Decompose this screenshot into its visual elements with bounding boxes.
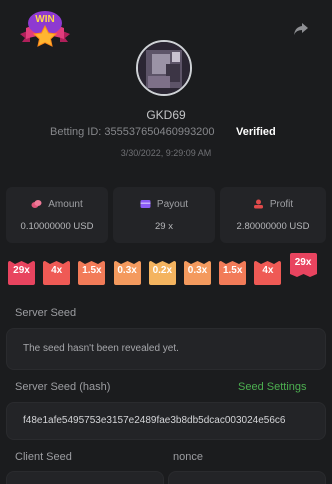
server-seed-label: Server Seed bbox=[15, 307, 77, 319]
betting-id: Betting ID: 355537650460993200 bbox=[50, 126, 215, 138]
nonce-field[interactable] bbox=[168, 471, 326, 484]
server-seed-field: The seed hasn't been revealed yet. bbox=[6, 328, 326, 370]
multiplier-label: 4x bbox=[262, 265, 274, 276]
amount-card: Amount 0.10000000 USD bbox=[6, 187, 108, 243]
verified-badge: Verified bbox=[236, 126, 276, 138]
coins-icon bbox=[31, 200, 42, 208]
multiplier-slot: 29x bbox=[8, 261, 35, 285]
multiplier-slot: 4x bbox=[43, 261, 71, 285]
payout-label: Payout bbox=[113, 199, 215, 210]
multiplier-label: 0.2x bbox=[152, 265, 173, 276]
server-seed-hash-label: Server Seed (hash) bbox=[15, 381, 111, 393]
payout-value: 29 x bbox=[155, 221, 173, 232]
multiplier-strip: 29x 4x 1.5x 0.3x 0.2x 0.3x 1.5x 4x 29x bbox=[0, 252, 332, 288]
client-seed-field[interactable] bbox=[6, 471, 164, 484]
server-seed-hash-value: f48e1afe5495753e3157e2489fae3b8db5dcac00… bbox=[23, 415, 286, 426]
username: GKD69 bbox=[146, 108, 186, 122]
win-logo: WIN bbox=[16, 8, 74, 48]
multiplier-label: 1.5x bbox=[222, 265, 243, 276]
logo-text: WIN bbox=[35, 14, 54, 25]
multiplier-slot: 0.3x bbox=[184, 261, 211, 285]
profit-label: Profit bbox=[220, 199, 326, 210]
multiplier-label: 29x bbox=[13, 265, 30, 276]
multiplier-slot: 1.5x bbox=[219, 261, 247, 285]
client-seed-label: Client Seed bbox=[15, 451, 72, 463]
profit-card: Profit 2.80000000 USD bbox=[220, 187, 326, 243]
profit-icon bbox=[253, 199, 263, 209]
multiplier-slot: 0.3x bbox=[113, 261, 141, 285]
bet-timestamp: 3/30/2022, 9:29:09 AM bbox=[120, 148, 212, 158]
multiplier-slot: 4x bbox=[254, 261, 282, 285]
payout-card: Payout 29 x bbox=[113, 187, 215, 243]
multiplier-label: 0.3x bbox=[117, 265, 137, 276]
multiplier-slot: 0.2x bbox=[148, 261, 176, 285]
multiplier-label: 1.5x bbox=[82, 265, 102, 276]
multiplier-slot-selected: 29x bbox=[289, 253, 317, 277]
betting-id-label: Betting ID: bbox=[50, 126, 102, 138]
amount-value: 0.10000000 USD bbox=[20, 221, 94, 232]
betting-id-value: 355537650460993200 bbox=[104, 126, 215, 138]
server-seed-hash-field[interactable]: f48e1afe5495753e3157e2489fae3b8db5dcac00… bbox=[6, 402, 326, 440]
share-icon[interactable] bbox=[292, 20, 310, 38]
multiplier-label: 29x bbox=[294, 257, 312, 268]
nonce-label: nonce bbox=[173, 451, 203, 463]
seed-settings-link[interactable]: Seed Settings bbox=[238, 381, 307, 393]
server-seed-value: The seed hasn't been revealed yet. bbox=[23, 343, 179, 354]
multiplier-slot: 1.5x bbox=[78, 261, 106, 285]
multiplier-label: 0.3x bbox=[187, 265, 208, 276]
profit-value: 2.80000000 USD bbox=[236, 221, 310, 232]
avatar bbox=[136, 40, 192, 96]
wallet-icon bbox=[140, 200, 151, 208]
multiplier-label: 4x bbox=[51, 265, 63, 276]
amount-label: Amount bbox=[6, 199, 108, 210]
